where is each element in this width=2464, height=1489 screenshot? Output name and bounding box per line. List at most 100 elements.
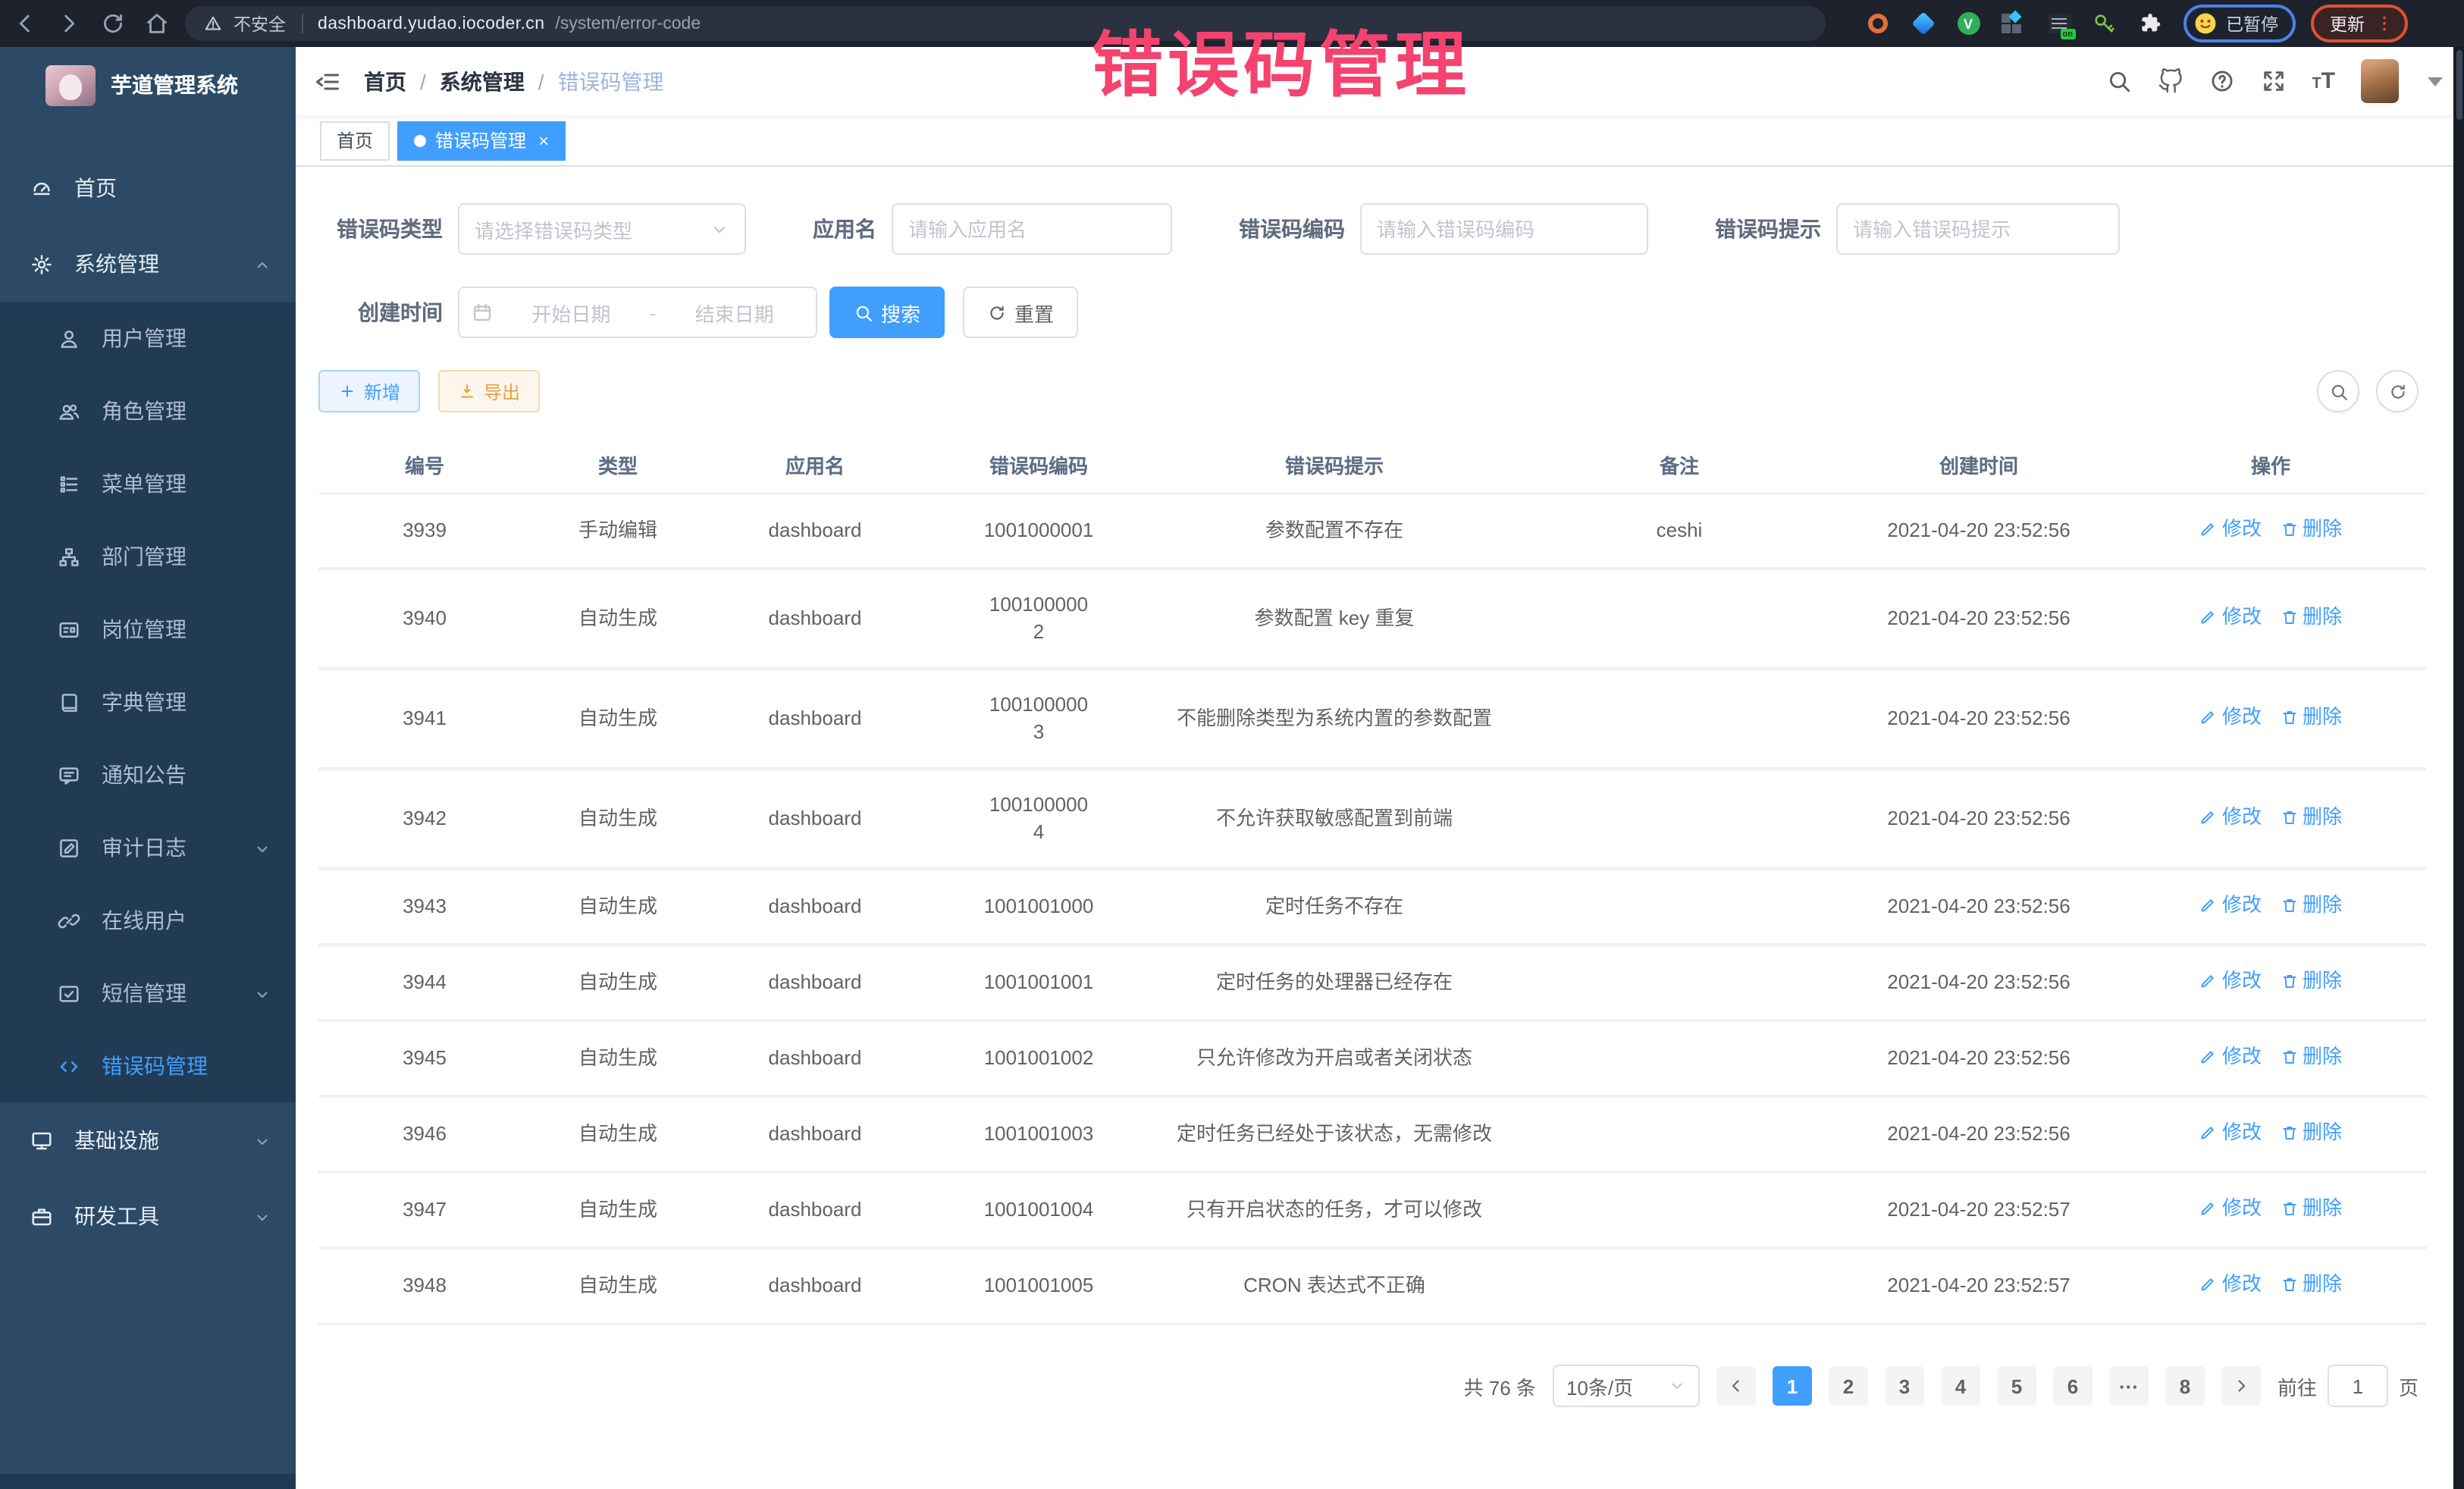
add-button[interactable]: 新增 [318,370,420,412]
screen: 不安全 dashboard.yudao.iocoder.cn/system/er… [0,0,2464,1489]
cell-type: 自动生成 [531,1099,705,1169]
delete-link[interactable]: 删除 [2280,704,2342,731]
tag-active[interactable]: 错误码管理× [397,121,566,160]
sidebar-item-dev-tools[interactable]: 研发工具 [0,1178,296,1254]
fullscreen-icon[interactable] [2260,68,2286,94]
emoji-avatar-icon [2193,11,2218,36]
delete-link[interactable]: 删除 [2280,1119,2342,1146]
more-vertical-icon[interactable] [2374,14,2393,33]
cell-app: dashboard [705,872,925,942]
sidebar-item-menu-management[interactable]: 菜单管理 [0,447,296,520]
edit-link[interactable]: 修改 [2199,892,2262,919]
sidebar-item-dept-management[interactable]: 部门管理 [0,520,296,593]
list-on-icon[interactable]: on [2047,11,2071,36]
page-button-5[interactable]: 5 [1997,1366,2036,1406]
puzzle-icon[interactable] [2138,11,2162,36]
sidebar-item-error-code-management[interactable]: 错误码管理 [0,1030,296,1102]
next-page-button[interactable] [2221,1366,2261,1406]
toggle-search-button[interactable] [2317,370,2359,412]
window-scrollbar[interactable] [2453,47,2464,1489]
search-button[interactable]: 搜索 [829,287,945,338]
edit-link[interactable]: 修改 [2199,1043,2262,1071]
pager-more[interactable]: ··· [2109,1366,2149,1406]
sidebar-item-user-management[interactable]: 用户管理 [0,302,296,375]
edit-link[interactable]: 修改 [2199,1119,2262,1146]
delete-link[interactable]: 删除 [2280,892,2342,919]
error-type-select[interactable]: 请选择错误码类型 [458,203,746,255]
sidebar-item-role-management[interactable]: 角色管理 [0,375,296,447]
edit-link[interactable]: 修改 [2199,704,2262,731]
forward-icon[interactable] [56,11,82,36]
search-icon [854,303,873,322]
refresh-table-button[interactable] [2376,370,2419,412]
sidebar-item-home[interactable]: 首页 [0,150,296,226]
caret-down-icon[interactable] [2428,77,2443,86]
date-separator: - [650,301,657,324]
delete-link[interactable]: 删除 [2280,967,2342,995]
search-icon[interactable] [2105,68,2131,94]
delete-link[interactable]: 删除 [2280,1195,2342,1222]
scrollbar-thumb[interactable] [2456,50,2462,120]
avatar[interactable] [2361,59,2399,103]
delete-link[interactable]: 删除 [2280,603,2342,631]
app-name-input[interactable] [908,218,1155,240]
cell-created: 2021-04-20 23:52:56 [1842,584,2115,654]
infra-icon [30,1129,53,1152]
browser-update-button[interactable]: 更新 [2310,5,2407,42]
edit-link[interactable]: 修改 [2199,603,2262,631]
page-button-2[interactable]: 2 [1829,1366,1868,1406]
date-range-picker[interactable]: 开始日期 - 结束日期 [458,287,817,338]
sidebar-item-online-users[interactable]: 在线用户 [0,884,296,957]
sidebar-item-post-management[interactable]: 岗位管理 [0,593,296,666]
export-button[interactable]: 导出 [438,370,540,412]
tiles-icon[interactable] [2002,11,2026,36]
home-icon[interactable] [144,11,170,36]
refresh-icon [987,303,1007,322]
page-button-6[interactable]: 6 [2053,1366,2093,1406]
edit-link[interactable]: 修改 [2199,967,2262,995]
orange-ring-icon[interactable] [1865,11,1889,36]
delete-link[interactable]: 删除 [2280,804,2342,831]
sidebar-item-dict-management[interactable]: 字典管理 [0,666,296,738]
sidebar-item-audit-log[interactable]: 审计日志 [0,811,296,884]
sidebar-item-infrastructure[interactable]: 基础设施 [0,1102,296,1178]
page-button-3[interactable]: 3 [1885,1366,1924,1406]
delete-link[interactable]: 删除 [2280,1271,2342,1298]
font-size-icon[interactable]: TT [2312,70,2335,92]
breadcrumb-item[interactable]: 系统管理 [440,66,525,96]
page-size-select[interactable]: 10条/页 [1553,1365,1700,1407]
delete-link[interactable]: 删除 [2280,516,2342,543]
prev-page-button[interactable] [1716,1366,1756,1406]
collapse-menu-icon[interactable] [314,67,341,95]
page-button-1[interactable]: 1 [1773,1366,1812,1406]
sidebar-item-system-management[interactable]: 系统管理 [0,226,296,302]
green-key-icon[interactable] [2093,11,2117,36]
error-hint-input[interactable] [1853,218,2103,240]
close-icon[interactable]: × [538,130,549,151]
edit-link[interactable]: 修改 [2199,1195,2262,1222]
sidebar-item-notice-announcement[interactable]: 通知公告 [0,738,296,811]
tag-item[interactable]: 首页 [320,121,390,160]
profile-paused-badge[interactable]: 已暂停 [2183,5,2295,42]
page-button-4[interactable]: 4 [1941,1366,1980,1406]
refresh-icon [2387,381,2407,401]
error-code-input[interactable] [1377,218,1632,240]
edit-link[interactable]: 修改 [2199,1271,2262,1298]
edit-link[interactable]: 修改 [2199,516,2262,543]
blue-gem-icon[interactable] [1911,11,1935,36]
goto-page-input[interactable] [2328,1365,2388,1407]
green-v-icon[interactable]: V [1956,11,1980,36]
reset-button[interactable]: 重置 [963,287,1078,338]
sidebar-collapse-bar[interactable] [0,1474,296,1489]
question-icon[interactable] [2209,68,2234,94]
breadcrumb-item[interactable]: 首页 [364,66,406,96]
sidebar-item-sms-management[interactable]: 短信管理 [0,957,296,1030]
delete-link[interactable]: 删除 [2280,1043,2342,1071]
page-button-8[interactable]: 8 [2165,1366,2205,1406]
url-bar[interactable]: 不安全 dashboard.yudao.iocoder.cn/system/er… [185,6,1826,41]
logo-row[interactable]: 芋道管理系统 [0,47,296,123]
reload-icon[interactable] [100,11,126,36]
back-icon[interactable] [12,11,38,36]
github-icon[interactable] [2157,68,2183,94]
edit-link[interactable]: 修改 [2199,804,2262,831]
